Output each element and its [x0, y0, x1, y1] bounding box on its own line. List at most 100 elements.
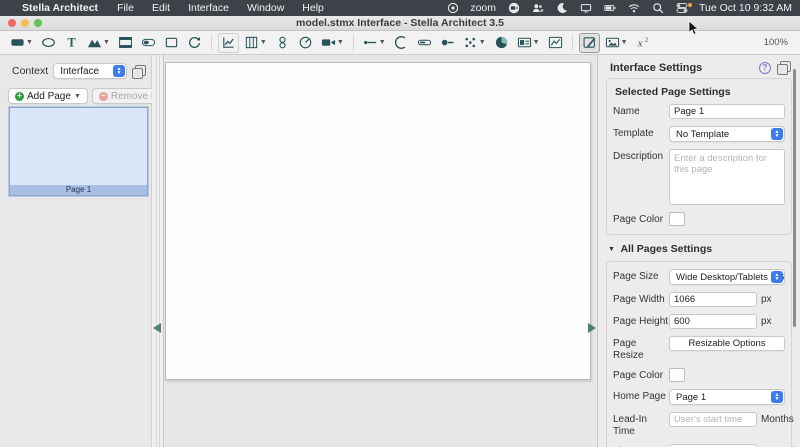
- interface-settings-panel: Interface Settings ? Selected Page Setti…: [597, 55, 800, 447]
- video-icon[interactable]: ▼: [318, 33, 347, 53]
- control-center-icon[interactable]: [675, 2, 688, 15]
- button-icon[interactable]: ▼: [7, 33, 36, 53]
- page-height-label: Page Height: [613, 314, 669, 328]
- page-width-input[interactable]: [669, 292, 757, 307]
- dropdown-stepper-icon: ▲▼: [771, 271, 783, 283]
- lead-in-time-input[interactable]: [669, 412, 757, 427]
- switch-icon[interactable]: [138, 33, 159, 53]
- page-size-label: Page Size: [613, 269, 669, 283]
- text-icon[interactable]: T: [61, 33, 82, 53]
- table-icon[interactable]: ▼: [241, 33, 270, 53]
- menu-item-interface[interactable]: Interface: [179, 2, 238, 14]
- mouse-cursor: [688, 20, 700, 36]
- oval-icon[interactable]: [38, 33, 59, 53]
- resizable-options-button[interactable]: Resizable Options: [669, 336, 785, 351]
- page-color-swatch[interactable]: [669, 368, 685, 382]
- page-color-swatch[interactable]: [669, 212, 685, 226]
- chevron-down-icon: ▼: [74, 93, 81, 100]
- menu-item-help[interactable]: Help: [293, 2, 333, 14]
- toolbar-group-2: ▼▼: [217, 33, 348, 53]
- search-icon[interactable]: [651, 2, 664, 15]
- page-width-label: Page Width: [613, 292, 669, 306]
- svg-text:2: 2: [644, 37, 647, 44]
- image-icon[interactable]: ▼: [84, 33, 113, 53]
- panel-title: Interface Settings: [610, 62, 702, 74]
- connector-icon[interactable]: ▼: [360, 33, 389, 53]
- group-icon[interactable]: [161, 33, 182, 53]
- zoom-level-indicator[interactable]: 100%: [764, 37, 794, 48]
- lead-in-unit: Months: [761, 414, 794, 425]
- graph-icon[interactable]: [218, 33, 239, 53]
- progress-icon[interactable]: [414, 33, 435, 53]
- bullet-icon[interactable]: [437, 33, 458, 53]
- page-thumbnail-label: Page 1: [10, 185, 147, 195]
- dropdown-stepper-icon: ▲▼: [771, 128, 783, 140]
- notification-dot: [688, 3, 692, 7]
- legend-icon[interactable]: ▼: [514, 33, 543, 53]
- menu-item-file[interactable]: File: [108, 2, 143, 14]
- page-color-label: Page Color: [613, 212, 669, 226]
- dropdown-caret-icon: ▼: [260, 39, 267, 46]
- knob-icon[interactable]: [295, 33, 316, 53]
- zoom-app-menu[interactable]: zoom: [470, 2, 496, 14]
- menu-bar-clock[interactable]: Tue Oct 10 9:32 AM: [699, 2, 792, 14]
- dropdown-caret-icon: ▼: [337, 39, 344, 46]
- page-height-input[interactable]: [669, 314, 757, 329]
- wifi-icon[interactable]: [627, 2, 640, 15]
- media-icon[interactable]: ▼: [602, 33, 631, 53]
- dropdown-stepper-icon: ▲▼: [113, 65, 125, 77]
- context-dropdown[interactable]: Interface ▲▼: [53, 63, 127, 79]
- interface-canvas[interactable]: [164, 55, 597, 447]
- sidebar-splitter[interactable]: [152, 55, 164, 447]
- page-resize-label: Page Resize: [613, 336, 669, 361]
- dropdown-caret-icon: ▼: [621, 39, 628, 46]
- page-canvas[interactable]: [165, 62, 591, 380]
- template-dropdown[interactable]: No Template ▲▼: [669, 126, 785, 142]
- slider-icon[interactable]: [272, 33, 293, 53]
- record-circle-icon[interactable]: [446, 2, 459, 15]
- home-page-dropdown[interactable]: Page 1 ▲▼: [669, 389, 785, 405]
- menu-item-edit[interactable]: Edit: [143, 2, 179, 14]
- remove-icon: −: [99, 92, 108, 101]
- menu-item-window[interactable]: Window: [238, 2, 293, 14]
- toolbar-separator: [211, 35, 212, 51]
- inspector-scrollbar[interactable]: [793, 69, 796, 327]
- window-title-bar: model.stmx Interface - Stella Architect …: [0, 16, 800, 31]
- detach-panel-icon[interactable]: [777, 61, 790, 74]
- battery-icon[interactable]: [603, 2, 616, 15]
- main-area: Context Interface ▲▼ + Add Page ▼ − Remo…: [0, 55, 800, 447]
- page-name-input[interactable]: [669, 104, 785, 119]
- collapse-inspector-arrow[interactable]: [588, 323, 596, 333]
- sparkline-icon[interactable]: [545, 33, 566, 53]
- loop-icon[interactable]: [184, 33, 205, 53]
- page-thumbnail[interactable]: Page 1: [9, 107, 148, 196]
- moon-icon[interactable]: [555, 2, 568, 15]
- disclosure-triangle-icon[interactable]: ▼: [608, 246, 615, 253]
- annotation-pencil-icon[interactable]: [579, 33, 600, 53]
- camera-badge-icon[interactable]: [507, 2, 520, 15]
- equation-icon[interactable]: x2: [633, 33, 654, 53]
- toolbar-separator: [572, 35, 573, 51]
- toolbar-group-3: ▼ ▼ ▼: [359, 33, 567, 53]
- svg-text:T: T: [67, 36, 75, 50]
- toolbar-group-1: ▼ T ▼: [6, 33, 206, 53]
- app-menu[interactable]: Stella Architect: [20, 2, 108, 14]
- dropdown-caret-icon: ▼: [26, 39, 33, 46]
- description-textarea[interactable]: [669, 149, 785, 205]
- duplicate-context-icon[interactable]: [132, 65, 145, 78]
- add-page-button[interactable]: + Add Page ▼: [8, 88, 88, 104]
- toolbar-separator: [353, 35, 354, 51]
- collapse-sidebar-arrow[interactable]: [153, 323, 161, 333]
- page-size-dropdown[interactable]: Wide Desktop/Tablets (16:9) ▲▼: [669, 269, 785, 285]
- template-label: Template: [613, 126, 669, 140]
- users-icon[interactable]: [531, 2, 544, 15]
- add-icon: +: [15, 92, 24, 101]
- help-icon[interactable]: ?: [759, 62, 771, 74]
- dropdown-stepper-icon: ▲▼: [771, 391, 783, 403]
- main-toolbar: ▼T▼▼▼▼▼▼▼x2 100%: [0, 31, 800, 55]
- pie-icon[interactable]: [491, 33, 512, 53]
- frame-icon[interactable]: [115, 33, 136, 53]
- spread-icon[interactable]: ▼: [460, 33, 489, 53]
- display-icon[interactable]: [579, 2, 592, 15]
- arc-icon[interactable]: [391, 33, 412, 53]
